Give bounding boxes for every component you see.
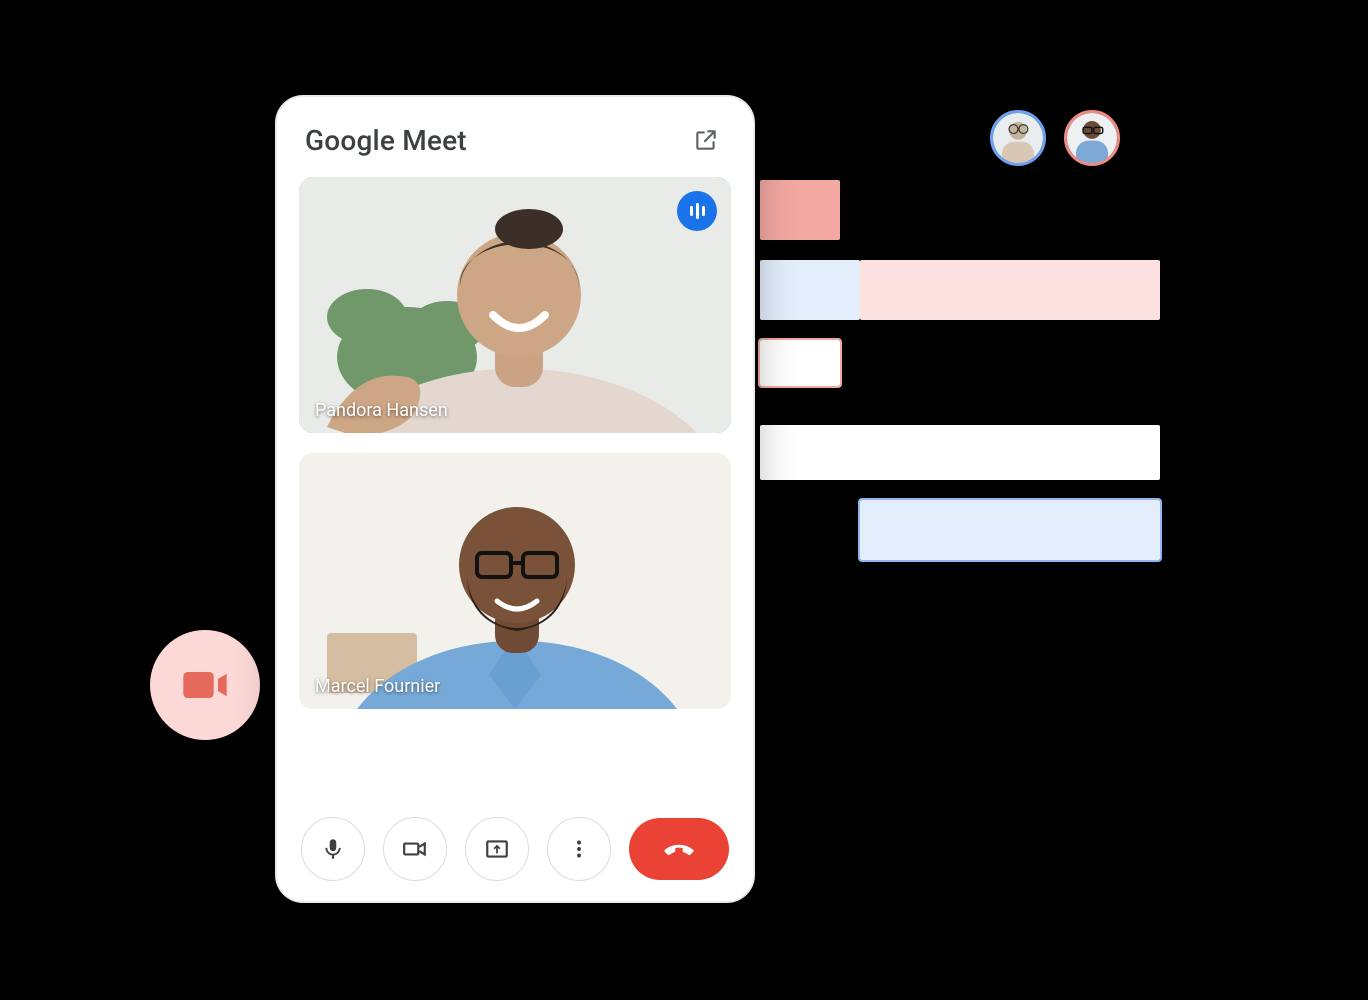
camera-icon xyxy=(402,836,428,862)
start-video-call-chip[interactable] xyxy=(150,630,260,740)
hang-up-button[interactable] xyxy=(629,818,729,880)
speaking-indicator-icon xyxy=(677,191,717,231)
video-camera-icon xyxy=(179,659,231,711)
participant-name: Pandora Hansen xyxy=(315,400,448,421)
open-in-new-icon xyxy=(693,127,719,153)
participant-name: Marcel Fournier xyxy=(315,676,440,697)
open-in-new-button[interactable] xyxy=(687,121,725,159)
avatar-pandora xyxy=(990,110,1046,166)
more-options-button[interactable] xyxy=(547,817,611,881)
mute-mic-button[interactable] xyxy=(301,817,365,881)
schedule-block xyxy=(760,180,840,240)
avatar-row xyxy=(990,110,1120,166)
schedule-block xyxy=(860,260,1160,320)
schedule-block xyxy=(760,340,840,386)
app-title: Google Meet xyxy=(305,124,467,157)
participant-video xyxy=(299,453,731,709)
schedule-block xyxy=(760,260,860,320)
participant-tile-pandora[interactable]: Pandora Hansen xyxy=(299,177,731,433)
present-screen-icon xyxy=(484,836,510,862)
schedule-block xyxy=(760,425,1160,480)
avatar-marcel xyxy=(1064,110,1120,166)
meet-picture-in-picture-card: Google Meet xyxy=(275,95,755,903)
hang-up-icon xyxy=(662,832,696,866)
schedule-block xyxy=(860,500,1160,560)
call-controls xyxy=(299,817,731,883)
mic-icon xyxy=(320,836,346,862)
person-icon xyxy=(993,113,1043,163)
participant-video xyxy=(299,177,731,433)
more-options-icon xyxy=(566,836,592,862)
person-icon xyxy=(1067,113,1117,163)
participant-tile-marcel[interactable]: Marcel Fournier xyxy=(299,453,731,709)
toggle-camera-button[interactable] xyxy=(383,817,447,881)
present-screen-button[interactable] xyxy=(465,817,529,881)
